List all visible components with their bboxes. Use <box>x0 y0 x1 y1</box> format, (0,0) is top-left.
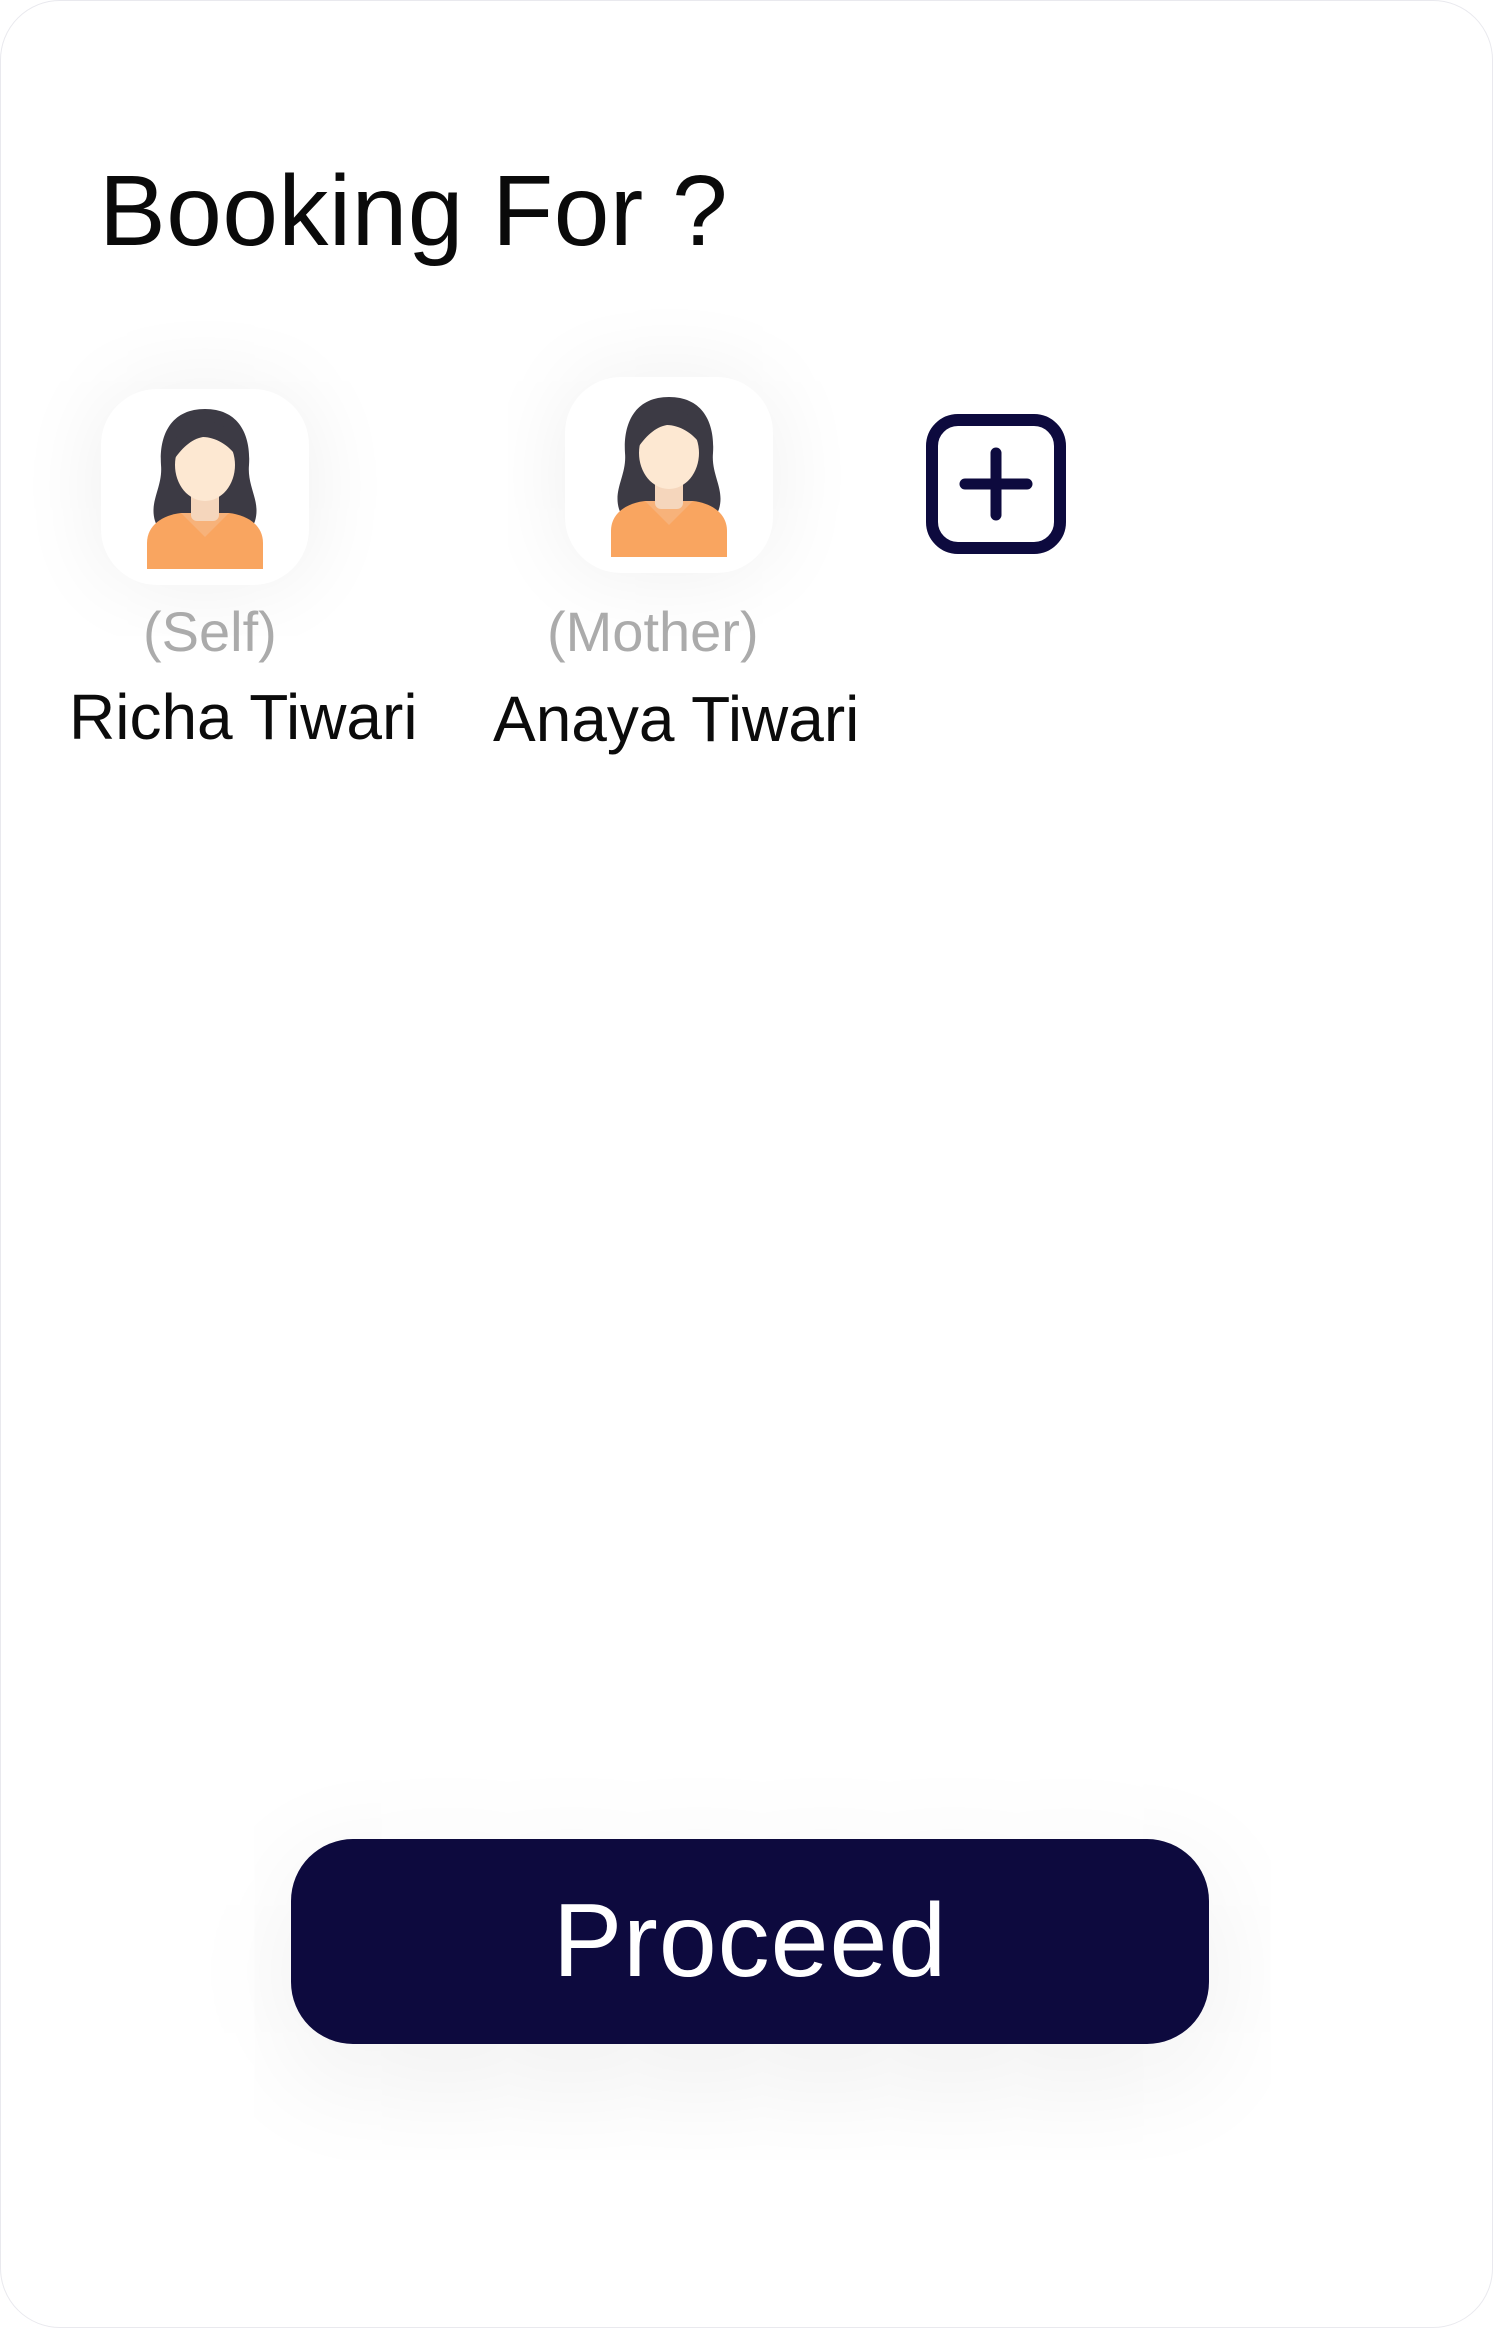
member-relation: (Mother) <box>547 600 759 663</box>
woman-avatar-icon <box>611 397 727 557</box>
booking-sheet: Booking For ? (Self) Richa Tiwari (Mothe… <box>0 0 1493 2328</box>
page-title: Booking For ? <box>99 155 729 267</box>
proceed-button[interactable]: Proceed <box>291 1839 1209 2044</box>
woman-avatar-icon <box>147 409 263 569</box>
avatar[interactable] <box>101 389 309 585</box>
plus-square-icon <box>926 414 1066 554</box>
member-name: Anaya Tiwari <box>493 683 860 755</box>
member-relation: (Self) <box>143 600 277 663</box>
avatar[interactable] <box>565 377 773 573</box>
member-name: Richa Tiwari <box>69 681 418 753</box>
add-member-button[interactable] <box>921 409 1071 559</box>
